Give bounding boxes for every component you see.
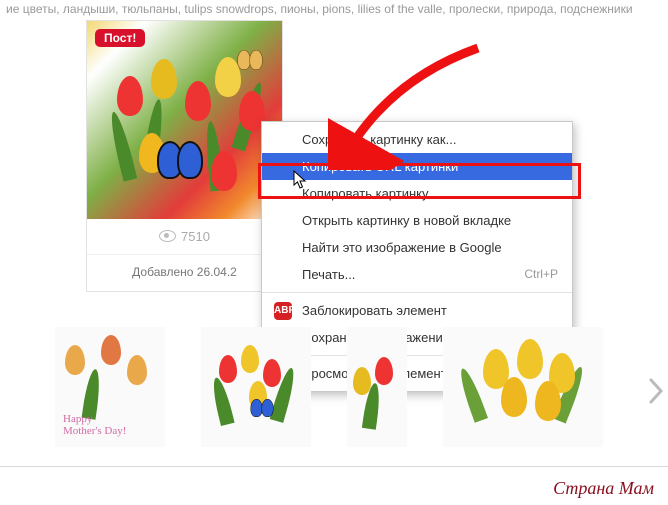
- shortcut-label: Ctrl+P: [524, 267, 558, 281]
- eye-icon: [159, 230, 176, 242]
- footer-divider: [0, 466, 668, 467]
- butterfly-small-icon: [237, 50, 262, 72]
- thumbnail[interactable]: [347, 327, 407, 447]
- carousel-next-icon[interactable]: [648, 378, 664, 404]
- card-image[interactable]: Пост!: [87, 21, 282, 219]
- menu-copy-image[interactable]: Копировать картинку: [262, 180, 572, 207]
- added-date: Добавлено 26.04.2: [87, 255, 282, 291]
- menu-search-google[interactable]: Найти это изображение в Google: [262, 234, 572, 261]
- menu-abp-block[interactable]: ABP Заблокировать элемент: [262, 297, 572, 324]
- post-badge: Пост!: [95, 29, 145, 47]
- menu-open-new-tab[interactable]: Открыть картинку в новой вкладке: [262, 207, 572, 234]
- thumbnail[interactable]: [201, 327, 311, 447]
- menu-copy-image-url[interactable]: Копировать URL картинки: [262, 153, 572, 180]
- view-count: 7510: [87, 219, 282, 255]
- thumbnail[interactable]: [443, 327, 603, 447]
- tag-bar: ие цветы, ландыши, тюльпаны, tulips snow…: [0, 0, 668, 18]
- thumbnail-strip: HappyMother's Day!: [55, 322, 615, 452]
- butterfly-icon: [157, 141, 203, 181]
- abp-icon: ABP: [274, 302, 292, 320]
- thumbnail[interactable]: HappyMother's Day!: [55, 327, 165, 447]
- image-card: Пост! 7510 Добавлено 26.04.2: [86, 20, 283, 292]
- thumb-caption: HappyMother's Day!: [63, 413, 126, 437]
- site-watermark: Страна Мам: [553, 478, 654, 499]
- menu-print[interactable]: Печать...Ctrl+P: [262, 261, 572, 288]
- menu-save-image-as[interactable]: Сохранить картинку как...: [262, 126, 572, 153]
